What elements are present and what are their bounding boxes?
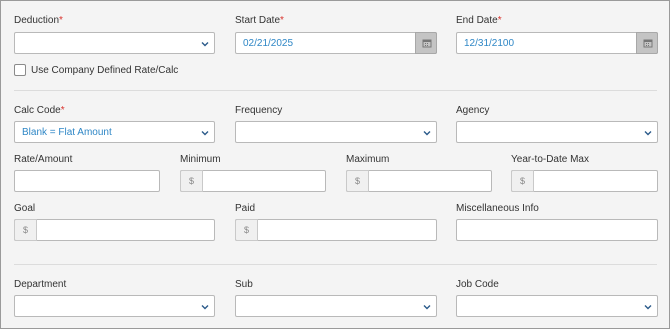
paid-label: Paid: [235, 203, 256, 214]
minimum-label: Minimum: [180, 154, 221, 165]
deduction-label: Deduction*: [14, 15, 63, 26]
ytd-max-label: Year-to-Date Max: [511, 154, 589, 165]
ytd-max-currency-addon: $: [511, 170, 534, 192]
rate-amount-label: Rate/Amount: [14, 154, 73, 165]
goal-currency-addon: $: [14, 219, 37, 241]
maximum-label: Maximum: [346, 154, 390, 165]
deduction-form: Deduction* Start Date* 02/21/2025 End Da…: [0, 0, 670, 329]
calc-code-label: Calc Code*: [14, 105, 65, 116]
end-date-calendar-button[interactable]: [636, 32, 658, 54]
start-date-label: Start Date*: [235, 15, 284, 26]
paid-input[interactable]: $: [235, 219, 437, 241]
section-divider: [14, 90, 657, 91]
end-date-input[interactable]: 12/31/2100: [456, 32, 658, 54]
minimum-currency-addon: $: [180, 170, 203, 192]
rate-amount-input[interactable]: [14, 170, 160, 192]
chevron-down-icon: [644, 305, 652, 310]
goal-label: Goal: [14, 203, 36, 214]
required-marker: *: [59, 15, 63, 26]
deduction-select[interactable]: [14, 32, 215, 54]
goal-input[interactable]: $: [14, 219, 215, 241]
agency-select[interactable]: [456, 121, 658, 143]
required-marker: *: [497, 15, 502, 26]
sub-label: Sub: [235, 279, 253, 290]
misc-info-label: Miscellaneous Info: [456, 203, 539, 214]
frequency-label: Frequency: [235, 105, 283, 116]
company-rate-label: Use Company Defined Rate/Calc: [31, 65, 179, 76]
maximum-currency-addon: $: [346, 170, 369, 192]
chevron-down-icon: [201, 42, 209, 47]
start-date-value: 02/21/2025: [243, 38, 294, 49]
chevron-down-icon: [201, 305, 209, 310]
start-date-input[interactable]: 02/21/2025: [235, 32, 437, 54]
job-code-label: Job Code: [456, 279, 499, 290]
calendar-icon: [422, 39, 432, 48]
department-select[interactable]: [14, 295, 215, 317]
department-label: Department: [14, 279, 67, 290]
sub-select[interactable]: [235, 295, 437, 317]
frequency-select[interactable]: [235, 121, 437, 143]
start-date-calendar-button[interactable]: [415, 32, 437, 54]
ytd-max-input[interactable]: $: [511, 170, 658, 192]
company-rate-checkbox[interactable]: [14, 64, 26, 76]
agency-label: Agency: [456, 105, 490, 116]
end-date-value: 12/31/2100: [464, 38, 515, 49]
required-marker: *: [60, 105, 65, 116]
chevron-down-icon: [201, 131, 209, 136]
chevron-down-icon: [423, 305, 431, 310]
minimum-input[interactable]: $: [180, 170, 326, 192]
misc-info-input[interactable]: [456, 219, 658, 241]
chevron-down-icon: [423, 131, 431, 136]
chevron-down-icon: [644, 131, 652, 136]
calendar-icon: [643, 39, 653, 48]
required-marker: *: [280, 15, 284, 26]
section-divider: [14, 264, 657, 265]
calc-code-value: Blank = Flat Amount: [22, 127, 112, 138]
maximum-input[interactable]: $: [346, 170, 492, 192]
end-date-label: End Date*: [456, 15, 502, 26]
paid-currency-addon: $: [235, 219, 258, 241]
job-code-select[interactable]: [456, 295, 658, 317]
calc-code-select[interactable]: Blank = Flat Amount: [14, 121, 215, 143]
